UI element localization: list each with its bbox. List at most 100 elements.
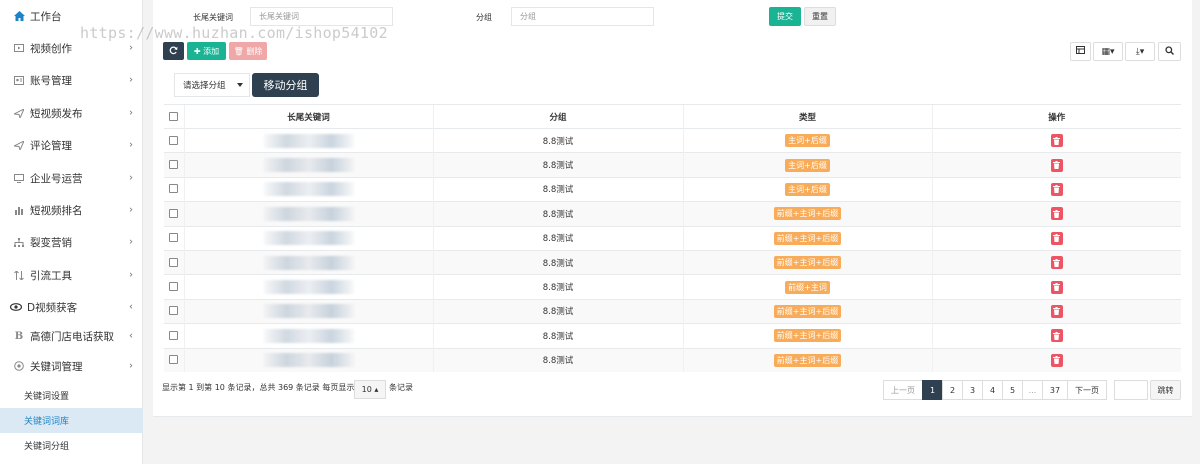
row-checkbox[interactable] bbox=[169, 160, 179, 170]
row-select-cell bbox=[164, 249, 184, 275]
trash-icon bbox=[1053, 209, 1061, 218]
type-cell: 前缀+主词 bbox=[682, 274, 932, 300]
group-input[interactable]: 分组 bbox=[511, 7, 654, 26]
sidebar-item-enterprise[interactable]: 企业号运营 › bbox=[0, 162, 143, 194]
delete-row-button[interactable] bbox=[1050, 353, 1063, 367]
row-checkbox[interactable] bbox=[169, 330, 179, 340]
sidebar-item-comments[interactable]: 评论管理 › bbox=[0, 129, 143, 161]
caret-down-icon bbox=[237, 83, 243, 87]
sidebar-item-keyword-management[interactable]: 关键词管理 › bbox=[0, 350, 143, 382]
prev-page-button[interactable]: 上一页 bbox=[883, 380, 923, 400]
search-toggle-button[interactable] bbox=[1158, 42, 1181, 61]
chevron-left-icon: ‹ bbox=[129, 330, 133, 342]
row-checkbox[interactable] bbox=[169, 257, 179, 267]
action-cell bbox=[931, 225, 1181, 251]
type-badge: 前缀+主词+后缀 bbox=[773, 256, 842, 270]
group-select[interactable]: 请选择分组 bbox=[174, 73, 250, 97]
sidebar-item-account[interactable]: 账号管理 › bbox=[0, 64, 143, 96]
delete-row-button[interactable] bbox=[1050, 304, 1063, 318]
home-icon bbox=[13, 10, 25, 22]
sidebar-item-d-video[interactable]: D视频获客 ‹ bbox=[0, 291, 143, 323]
group-cell: 8.8测试 bbox=[432, 225, 683, 251]
table-row: 8.8测试 前缀+主词+后缀 bbox=[164, 225, 1181, 251]
next-page-button[interactable]: 下一页 bbox=[1067, 380, 1107, 400]
delete-row-button[interactable] bbox=[1050, 280, 1063, 294]
delete-row-button[interactable] bbox=[1050, 231, 1063, 245]
header-group[interactable]: 分组 bbox=[432, 104, 683, 129]
sidebar-subitem-keyword-library[interactable]: 关键词词库 bbox=[0, 408, 143, 433]
action-cell bbox=[931, 152, 1181, 178]
keyword-cell bbox=[183, 201, 433, 227]
chevron-left-icon: ‹ bbox=[129, 301, 133, 313]
row-checkbox[interactable] bbox=[169, 208, 179, 218]
keyword-table: 长尾关键词 分组 类型 操作 8.8测试 主词+后缀 8.8测试 主词+后缀 8.8测试… bbox=[164, 104, 1181, 373]
sidebar-item-fission-marketing[interactable]: 裂变营销 › bbox=[0, 226, 143, 258]
page-ellipsis: ... bbox=[1022, 380, 1043, 400]
sidebar-item-ranking[interactable]: 短视频排名 › bbox=[0, 194, 143, 226]
move-group-button[interactable]: 移动分组 bbox=[252, 73, 319, 97]
sidebar-item-label: 评论管理 bbox=[30, 139, 72, 152]
row-checkbox[interactable] bbox=[169, 355, 179, 365]
export-button[interactable]: ⤓▾ bbox=[1125, 42, 1155, 61]
row-checkbox[interactable] bbox=[169, 306, 179, 316]
sidebar: 工作台 视频创作 › 账号管理 › 短视频发布 › 评论管理 › 企业号运营 ›… bbox=[0, 0, 143, 464]
select-all-cell bbox=[164, 104, 184, 129]
jump-page-input[interactable] bbox=[1114, 380, 1148, 400]
row-checkbox[interactable] bbox=[169, 184, 179, 194]
page-button-3[interactable]: 3 bbox=[962, 380, 983, 400]
row-select-cell bbox=[164, 176, 184, 202]
group-cell: 8.8测试 bbox=[432, 249, 683, 275]
sidebar-subitem-keyword-groups[interactable]: 关键词分组 bbox=[0, 433, 143, 458]
delete-row-button[interactable] bbox=[1050, 329, 1063, 343]
type-badge: 前缀+主词+后缀 bbox=[773, 231, 842, 245]
sidebar-item-short-video-publish[interactable]: 短视频发布 › bbox=[0, 97, 143, 129]
chevron-right-icon: › bbox=[129, 42, 133, 54]
page-button-5[interactable]: 5 bbox=[1002, 380, 1023, 400]
table-row: 8.8测试 前缀+主词+后缀 bbox=[164, 347, 1181, 373]
page-button-37[interactable]: 37 bbox=[1042, 380, 1068, 400]
chevron-right-icon: › bbox=[129, 360, 133, 372]
refresh-button[interactable] bbox=[163, 42, 184, 60]
grid-icon: ▦▾ bbox=[1101, 46, 1115, 57]
delete-row-button[interactable] bbox=[1050, 256, 1063, 270]
page-size-select[interactable]: 10 ▴ bbox=[354, 380, 386, 399]
sidebar-item-traffic-tools[interactable]: 引流工具 › bbox=[0, 259, 143, 291]
sidebar-item-label: 引流工具 bbox=[30, 269, 72, 282]
delete-button[interactable]: 🗑 删除 bbox=[229, 42, 267, 60]
add-button[interactable]: ✚ 添加 bbox=[187, 42, 226, 60]
page-button-4[interactable]: 4 bbox=[982, 380, 1003, 400]
video-icon bbox=[13, 42, 25, 54]
delete-row-button[interactable] bbox=[1050, 207, 1063, 221]
reset-button[interactable]: 重置 bbox=[804, 7, 836, 26]
page-button-1[interactable]: 1 bbox=[922, 380, 943, 400]
row-checkbox[interactable] bbox=[169, 233, 179, 243]
row-checkbox[interactable] bbox=[169, 282, 179, 292]
type-cell: 前缀+主词+后缀 bbox=[682, 298, 932, 324]
sidebar-item-amap-phone[interactable]: B 高德门店电话获取 ‹ bbox=[0, 320, 143, 352]
header-keyword[interactable]: 长尾关键词 bbox=[183, 104, 433, 129]
jump-button[interactable]: 跳转 bbox=[1150, 380, 1181, 400]
keyword-cell bbox=[183, 152, 433, 178]
sidebar-subitem-keyword-settings[interactable]: 关键词设置 bbox=[0, 383, 143, 408]
delete-row-button[interactable] bbox=[1050, 134, 1063, 148]
chevron-right-icon: › bbox=[129, 139, 133, 151]
select-all-checkbox[interactable] bbox=[169, 111, 179, 121]
row-select-cell bbox=[164, 127, 184, 153]
submit-button[interactable]: 提交 bbox=[769, 7, 801, 26]
table-row: 8.8测试 主词+后缀 bbox=[164, 127, 1181, 153]
table-row: 8.8测试 主词+后缀 bbox=[164, 152, 1181, 178]
row-checkbox[interactable] bbox=[169, 135, 179, 145]
delete-row-button[interactable] bbox=[1050, 158, 1063, 172]
record-summary: 显示第 1 到第 10 条记录，总共 369 条记录 每页显示 bbox=[162, 383, 355, 392]
refresh-icon bbox=[169, 45, 178, 57]
toggle-view-button[interactable] bbox=[1070, 42, 1091, 61]
sidebar-item-label: 关键词管理 bbox=[30, 360, 83, 373]
row-select-cell bbox=[164, 274, 184, 300]
columns-button[interactable]: ▦▾ bbox=[1093, 42, 1123, 61]
delete-row-button[interactable] bbox=[1050, 182, 1063, 196]
eye-icon bbox=[10, 301, 22, 313]
page-button-2[interactable]: 2 bbox=[942, 380, 963, 400]
header-type[interactable]: 类型 bbox=[682, 104, 932, 129]
keyword-cell bbox=[183, 176, 433, 202]
action-cell bbox=[931, 347, 1181, 373]
